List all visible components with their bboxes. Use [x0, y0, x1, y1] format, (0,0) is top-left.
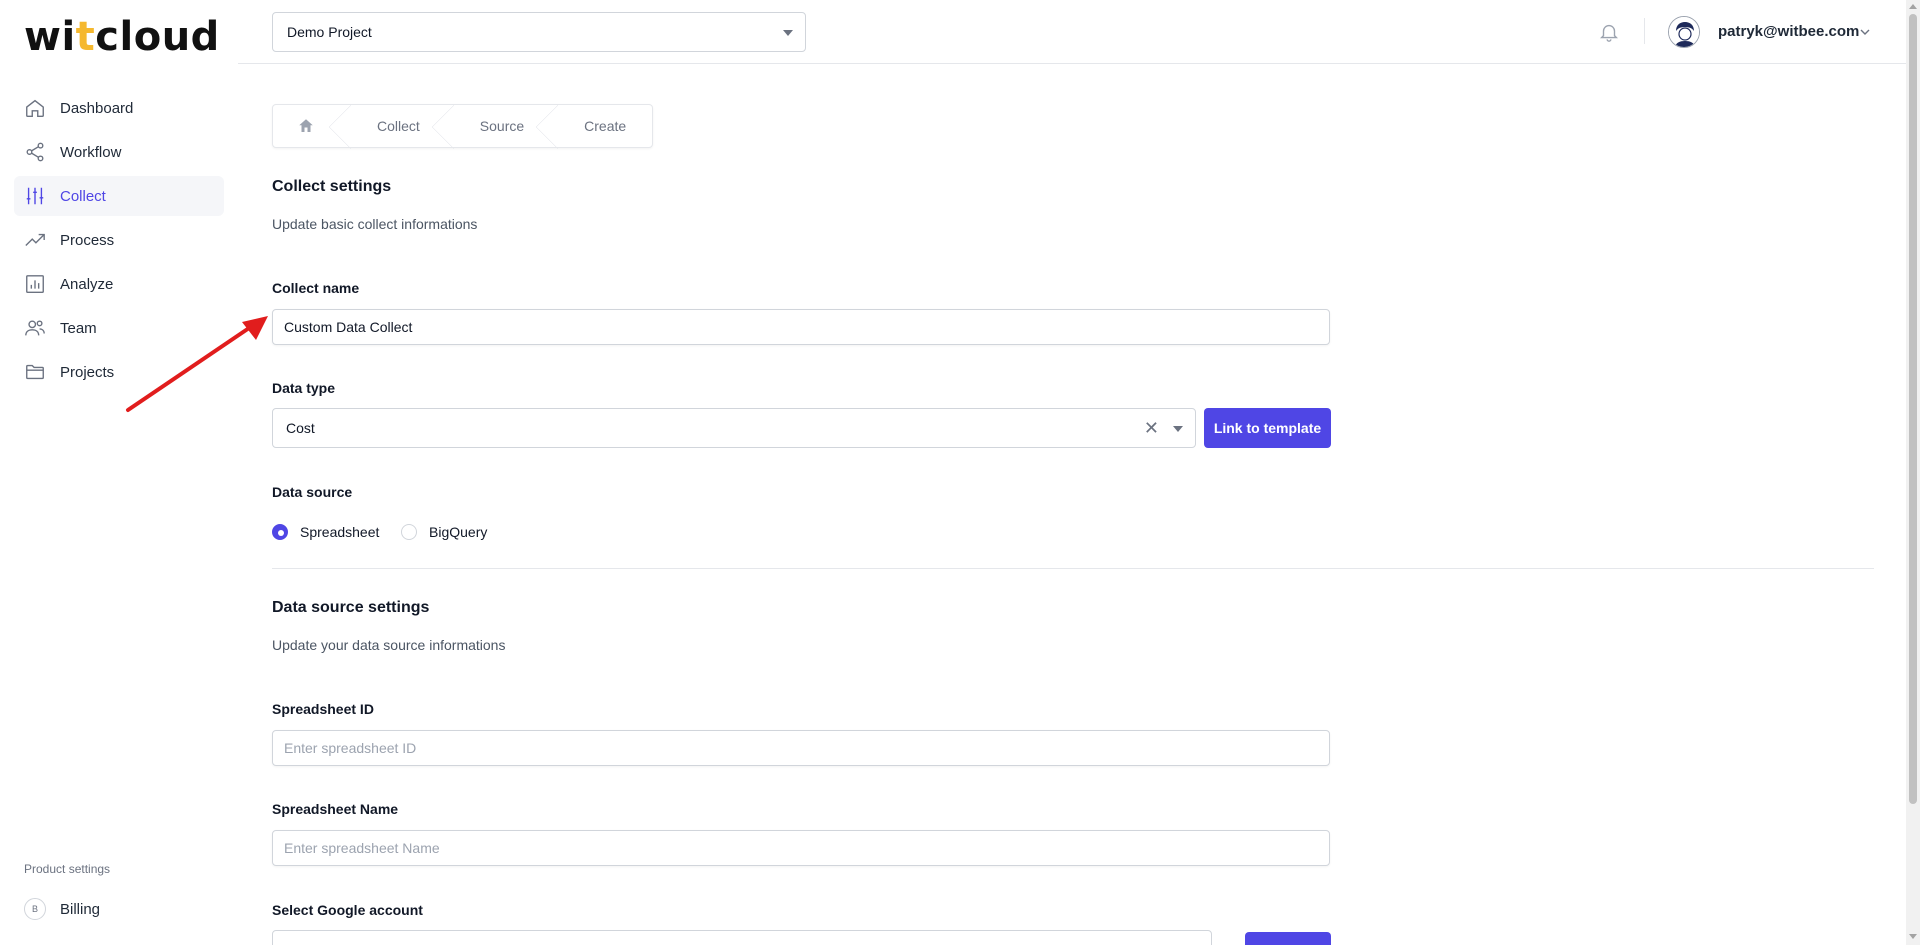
data-type-value: Cost [286, 420, 315, 436]
link-to-template-button[interactable]: Link to template [1204, 408, 1331, 448]
collect-name-label: Collect name [272, 280, 360, 296]
breadcrumb-source[interactable]: Source [446, 105, 559, 149]
google-account-action-button[interactable] [1245, 932, 1331, 945]
radio-bigquery[interactable]: BigQuery [401, 524, 487, 540]
chevron-down-icon[interactable] [1859, 26, 1871, 38]
spreadsheet-id-input[interactable] [272, 730, 1330, 766]
sidebar-item-workflow[interactable]: Workflow [14, 132, 224, 172]
witcloud-logo[interactable]: witcloud [24, 14, 220, 60]
collect-settings-description: Update basic collect informations [272, 216, 478, 232]
avatar[interactable] [1668, 16, 1700, 48]
sliders-icon [24, 185, 46, 207]
sidebar-item-label: Dashboard [60, 99, 134, 117]
page-scrollbar[interactable] [1906, 0, 1920, 945]
sidebar-item-collect[interactable]: Collect [14, 176, 224, 216]
google-account-label: Select Google account [272, 902, 423, 918]
product-settings-label: Product settings [24, 862, 111, 876]
data-type-label: Data type [272, 380, 336, 396]
radio-button-checked[interactable] [272, 524, 288, 540]
users-icon [24, 317, 46, 339]
spreadsheet-name-input[interactable] [272, 830, 1330, 866]
sidebar-item-label: Process [60, 231, 115, 249]
project-select-value: Demo Project [287, 24, 372, 40]
scroll-down-icon[interactable] [1909, 934, 1917, 939]
radio-label: Spreadsheet [300, 524, 380, 540]
radio-spreadsheet[interactable]: Spreadsheet [272, 524, 379, 540]
breadcrumb: Collect Source Create [272, 104, 654, 149]
sidebar-item-label: Workflow [60, 143, 122, 161]
top-header: Demo Project patryk@witbee.com [238, 0, 1906, 64]
app-root: witcloud Dashboard Workflow Collect Proc… [0, 0, 1920, 945]
google-account-select[interactable] [272, 930, 1212, 945]
sidebar-item-label: Collect [60, 187, 106, 205]
sidebar-item-label: Team [60, 319, 97, 337]
home-icon [299, 119, 313, 132]
project-select[interactable]: Demo Project [272, 12, 806, 52]
home-icon [24, 97, 46, 119]
breadcrumb-collect[interactable]: Collect [343, 105, 454, 149]
breadcrumb-create[interactable]: Create [550, 105, 652, 147]
header-divider [1644, 18, 1645, 44]
data-source-settings-title: Data source settings [272, 599, 430, 616]
sidebar-item-dashboard[interactable]: Dashboard [14, 88, 224, 128]
main-content: Collect Source Create Collect settings U… [272, 64, 1874, 945]
caret-down-icon [783, 30, 793, 36]
clear-icon[interactable]: ✕ [1144, 419, 1159, 437]
scroll-up-icon[interactable] [1909, 4, 1917, 9]
collect-settings-title: Collect settings [272, 178, 392, 195]
folder-icon [24, 361, 46, 383]
sidebar-item-analyze[interactable]: Analyze [14, 264, 224, 304]
radio-button[interactable] [401, 524, 417, 540]
bar-chart-icon [24, 273, 46, 295]
data-source-label: Data source [272, 484, 353, 500]
trending-up-icon [24, 229, 46, 251]
data-type-select[interactable]: Cost ✕ [272, 408, 1196, 448]
sidebar: witcloud Dashboard Workflow Collect Proc… [0, 0, 238, 945]
scrollbar-thumb[interactable] [1909, 14, 1917, 804]
spreadsheet-name-label: Spreadsheet Name [272, 801, 399, 817]
radio-label: BigQuery [429, 524, 488, 540]
annotation-arrow-icon [126, 316, 268, 412]
sidebar-item-label: Billing [60, 900, 101, 918]
sidebar-item-process[interactable]: Process [14, 220, 224, 260]
caret-down-icon[interactable] [1173, 426, 1183, 432]
user-email[interactable]: patryk@witbee.com [1718, 23, 1859, 40]
sidebar-item-billing[interactable]: B Billing [24, 898, 100, 920]
billing-badge-icon: B [24, 898, 46, 920]
breadcrumb-home[interactable] [273, 105, 351, 149]
sidebar-item-label: Projects [60, 363, 115, 381]
data-source-settings-description: Update your data source informations [272, 637, 506, 653]
section-divider [272, 568, 1874, 569]
share-icon [24, 141, 46, 163]
sidebar-item-label: Analyze [60, 275, 114, 293]
collect-name-input[interactable] [272, 309, 1330, 345]
bell-icon[interactable] [1598, 20, 1620, 44]
spreadsheet-id-label: Spreadsheet ID [272, 701, 374, 717]
